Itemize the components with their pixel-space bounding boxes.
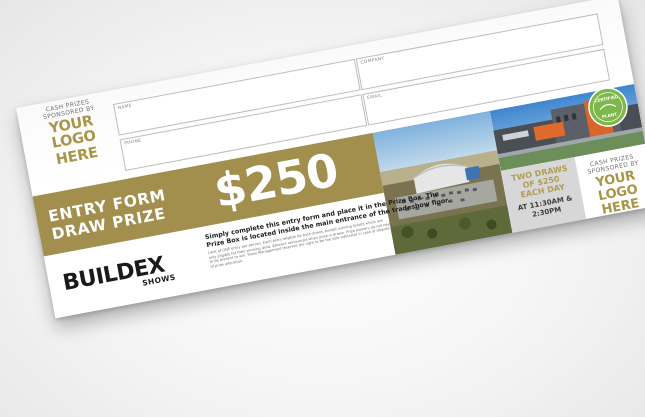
- right-sponsor-block: CASH PRIZES SPONSORED BY YOUR LOGO HERE: [575, 144, 645, 219]
- left-sponsor-block: CASH PRIZES SPONSORED BY YOUR LOGO HERE: [23, 94, 123, 172]
- company-field-label: COMPANY: [360, 56, 386, 66]
- phone-field-label: PHONE: [124, 138, 143, 147]
- draws-info-box: TWO DRAWS OF $250 EACH DAY AT 11:30AM & …: [500, 157, 587, 233]
- buildex-logo: BUILDEX SHOWS: [61, 246, 211, 312]
- certified-plant-badge: CERTIFIED PLANT: [585, 84, 632, 131]
- stage: CASH PRIZES SPONSORED BY YOUR LOGO HERE …: [0, 0, 645, 417]
- brand-name: BUILDEX: [60, 252, 167, 297]
- email-field-label: EMAIL: [366, 93, 383, 102]
- name-field-label: NAME: [117, 103, 133, 112]
- badge-seal-icon: CERTIFIED PLANT: [588, 87, 628, 127]
- entry-ticket: CASH PRIZES SPONSORED BY YOUR LOGO HERE …: [16, 0, 645, 319]
- prize-amount: $250: [209, 142, 342, 219]
